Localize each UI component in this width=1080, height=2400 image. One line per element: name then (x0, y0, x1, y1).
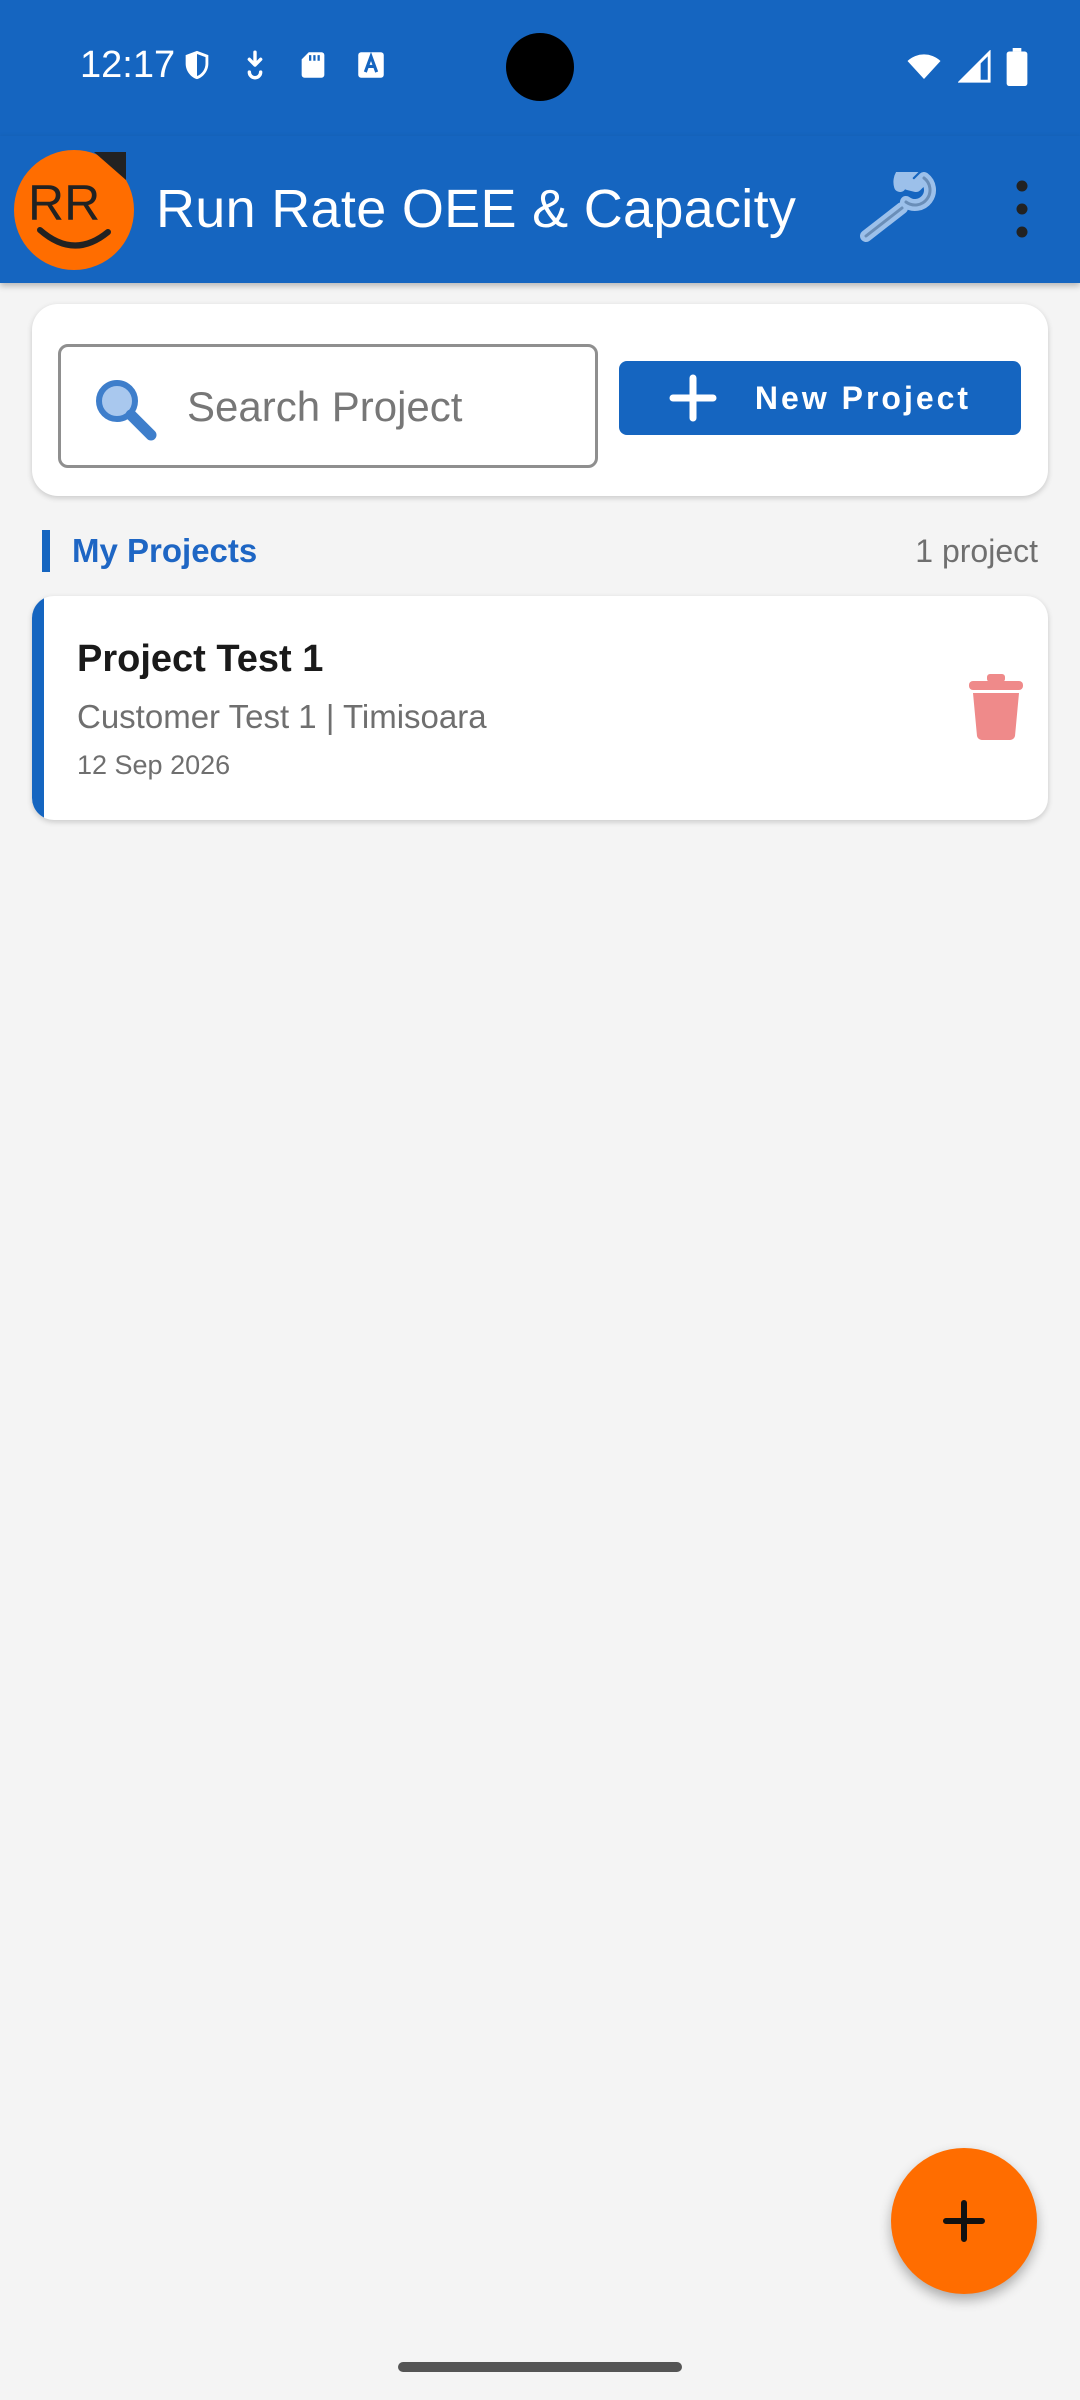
more-vert-icon[interactable] (1004, 176, 1040, 242)
search-input[interactable] (187, 367, 577, 447)
project-name: Project Test 1 (77, 638, 324, 680)
app-logo-text: RR (28, 175, 100, 231)
font-icon (358, 51, 384, 78)
download-icon (247, 50, 263, 80)
search-icon (96, 380, 157, 441)
project-card[interactable]: Project Test 1 Customer Test 1 | Timisoa… (32, 596, 1048, 820)
status-bar: 12:17 (0, 0, 1080, 136)
app-title: Run Rate OEE & Capacity (156, 179, 797, 239)
search-card: New Project (32, 304, 1048, 496)
home-indicator[interactable] (398, 2362, 682, 2372)
new-project-label: New Project (754, 379, 972, 416)
app-logo-icon: RR (14, 150, 134, 270)
project-count: 1 project (915, 533, 1038, 569)
section-accent (42, 530, 50, 572)
signal-icon (958, 50, 991, 83)
plus-icon (669, 374, 717, 422)
search-field[interactable] (58, 344, 598, 468)
project-subtitle: Customer Test 1 | Timisoara (77, 698, 487, 735)
project-date: 12 Sep 2026 (77, 750, 231, 780)
status-notification-icons (180, 48, 388, 82)
delete-icon[interactable] (969, 674, 1023, 740)
wifi-icon (907, 54, 941, 79)
wrench-icon[interactable] (858, 172, 938, 246)
plus-icon (943, 2200, 985, 2242)
battery-icon (1006, 48, 1028, 86)
shield-icon (185, 50, 209, 80)
new-project-button[interactable]: New Project (619, 361, 1021, 435)
app-bar: RR Run Rate OEE & Capacity (0, 136, 1080, 283)
section-title: My Projects (72, 532, 258, 569)
camera-cutout (506, 33, 574, 101)
card-accent (32, 596, 44, 820)
sd-card-icon (301, 52, 325, 78)
status-time: 12:17 (80, 44, 176, 86)
add-fab-button[interactable] (891, 2148, 1037, 2294)
status-system-icons (904, 48, 1028, 86)
